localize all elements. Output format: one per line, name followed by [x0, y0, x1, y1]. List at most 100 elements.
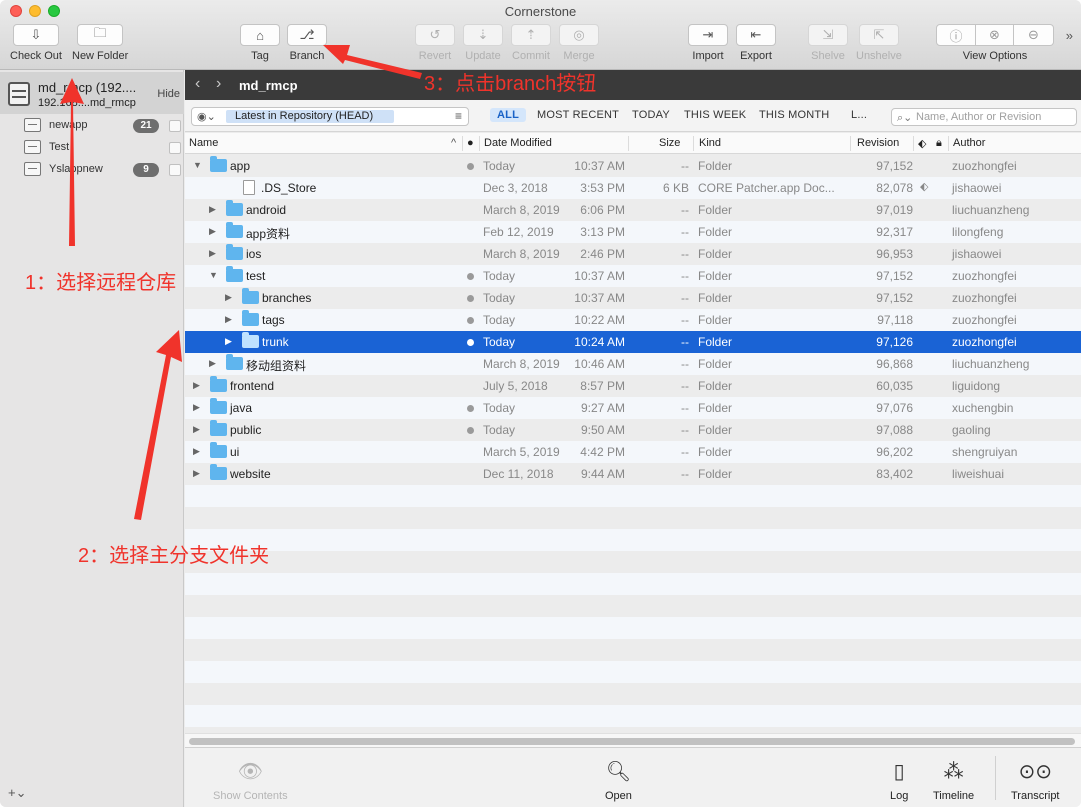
- row-author: xuchengbin: [952, 401, 1014, 415]
- column-date-modified[interactable]: Date Modified: [484, 137, 552, 149]
- disclosure-expanded-icon[interactable]: ▼: [209, 270, 218, 280]
- table-row[interactable]: ▶ android March 8, 2019 6:06 PM -- Folder 97,0…: [185, 199, 1081, 221]
- unshelve-button[interactable]: ⇱ Unshelve: [856, 24, 902, 62]
- update-button[interactable]: ⇣ Update: [463, 24, 503, 62]
- branch-icon: ⎇: [287, 24, 327, 46]
- table-row[interactable]: ▶ public Today 9:50 AM -- Folder 97,088 gaoling: [185, 419, 1081, 441]
- working-copy-checkbox[interactable]: [169, 164, 181, 176]
- sidebar-repo-md-rmcp[interactable]: md_rmcp (192.... 192.168....md_rmcp Hide: [0, 72, 184, 114]
- table-row[interactable]: .DS_Store Dec 3, 2018 3:53 PM 6 KB CORE Patc…: [185, 177, 1081, 199]
- lock-column-icon[interactable]: 🔒︎: [936, 137, 942, 150]
- row-time: 9:50 AM: [580, 423, 625, 437]
- path-bar: ‹ › md_rmcp: [185, 70, 1081, 100]
- disclosure-collapsed-icon[interactable]: ▶: [209, 226, 216, 237]
- sidebar-item-yslappnew[interactable]: Yslappnew 9: [0, 159, 184, 181]
- row-author: zuozhongfei: [952, 159, 1017, 173]
- import-button[interactable]: ⇥ Import: [688, 24, 728, 62]
- table-row[interactable]: ▶ frontend July 5, 2018 8:57 PM -- Folder 60,0…: [185, 375, 1081, 397]
- merge-button[interactable]: ◎ Merge: [559, 24, 599, 62]
- table-row[interactable]: ▶ trunk Today 10:24 AM -- Folder 97,126 zuozhon…: [185, 331, 1081, 353]
- add-repository-button[interactable]: +⌄: [8, 785, 26, 801]
- file-browser-list: ▼ app Today 10:37 AM -- Folder 97,152 zuozhongf…: [185, 155, 1081, 738]
- row-name: app资料: [246, 227, 291, 241]
- disclosure-collapsed-icon[interactable]: ▶: [193, 468, 200, 479]
- disclosure-collapsed-icon[interactable]: ▶: [209, 204, 216, 215]
- table-row[interactable]: ▶ tags Today 10:22 AM -- Folder 97,118 zuozhong…: [185, 309, 1081, 331]
- column-name[interactable]: Name: [189, 137, 218, 149]
- tab-today[interactable]: TODAY: [632, 109, 670, 121]
- disclosure-collapsed-icon[interactable]: ▶: [193, 446, 200, 457]
- row-name: ui: [230, 445, 240, 459]
- tab-most-recent[interactable]: MOST RECENT: [537, 109, 619, 121]
- check-out-button[interactable]: ⇩ Check Out: [10, 24, 62, 62]
- tag-column-icon[interactable]: ⬖: [918, 137, 926, 150]
- table-row[interactable]: ▶ website Dec 11, 2018 9:44 AM -- Folder 83,40…: [185, 463, 1081, 485]
- disclosure-collapsed-icon[interactable]: ▶: [225, 336, 232, 347]
- disclosure-collapsed-icon[interactable]: ▶: [193, 380, 200, 391]
- row-size: --: [681, 467, 689, 481]
- sidebar: md_rmcp (192.... 192.168....md_rmcp Hide…: [0, 70, 184, 807]
- table-row[interactable]: ▶ ui March 5, 2019 4:42 PM -- Folder 96,202 she…: [185, 441, 1081, 463]
- disclosure-collapsed-icon[interactable]: ▶: [193, 424, 200, 435]
- row-time: 10:24 AM: [574, 335, 625, 349]
- tag-button[interactable]: ⌂ Tag: [240, 24, 280, 62]
- new-folder-button[interactable]: 🗀 New Folder: [72, 24, 128, 62]
- log-button[interactable]: ▯ Log: [890, 758, 908, 803]
- show-contents-button[interactable]: 👁︎ Show Contents: [213, 758, 288, 803]
- column-size[interactable]: Size: [659, 137, 680, 149]
- revert-button[interactable]: ↺ Revert: [415, 24, 455, 62]
- row-name: branches: [262, 291, 312, 305]
- working-copy-checkbox[interactable]: [169, 120, 181, 132]
- sidebar-item-newapp[interactable]: newapp 21: [0, 115, 184, 137]
- scrollbar-thumb[interactable]: [189, 738, 1075, 745]
- disclosure-collapsed-icon[interactable]: ▶: [225, 292, 232, 303]
- tab-this-month[interactable]: THIS MONTH: [759, 109, 829, 121]
- tab-this-week[interactable]: THIS WEEK: [684, 109, 746, 121]
- working-copy-icon: [24, 162, 41, 176]
- table-row[interactable]: ▶ java Today 9:27 AM -- Folder 97,076 xuchengbi…: [185, 397, 1081, 419]
- table-row[interactable]: ▶ branches Today 10:37 AM -- Folder 97,152 zuoz…: [185, 287, 1081, 309]
- open-button[interactable]: 🔍︎ Open: [605, 758, 632, 803]
- column-kind[interactable]: Kind: [699, 137, 721, 149]
- sort-ascending-icon[interactable]: ^: [451, 137, 456, 149]
- table-row[interactable]: ▼ test Today 10:37 AM -- Folder 97,152 zuozhong…: [185, 265, 1081, 287]
- info-icon[interactable]: ⓘ: [936, 24, 976, 46]
- toolbar-overflow-icon[interactable]: »: [1066, 28, 1073, 43]
- forward-arrow-icon[interactable]: ›: [216, 75, 221, 93]
- disclosure-collapsed-icon[interactable]: ▶: [193, 402, 200, 413]
- row-date: Dec 3, 2018: [483, 181, 548, 195]
- horizontal-scrollbar[interactable]: [185, 733, 1081, 747]
- tab-all[interactable]: ALL: [490, 108, 526, 122]
- branch-button[interactable]: ⎇ Branch: [287, 24, 327, 62]
- column-revision[interactable]: Revision: [857, 137, 899, 149]
- disclosure-collapsed-icon[interactable]: ▶: [209, 358, 216, 369]
- commit-button[interactable]: ⇡ Commit: [511, 24, 551, 62]
- disclosure-collapsed-icon[interactable]: ▶: [209, 248, 216, 259]
- compare-icon[interactable]: ⊖: [1014, 24, 1054, 46]
- hide-button[interactable]: Hide: [157, 88, 180, 100]
- sidebar-item-test[interactable]: Test: [0, 137, 184, 159]
- table-row[interactable]: ▼ app Today 10:37 AM -- Folder 97,152 zuozhongf…: [185, 155, 1081, 177]
- table-row[interactable]: ▶ app资料 Feb 12, 2019 3:13 PM -- Folder 92,317 l…: [185, 221, 1081, 243]
- modified-status-dot-icon: [467, 317, 474, 324]
- table-row[interactable]: ▶ 移动组资料 March 8, 2019 10:46 AM -- Folder 96,86…: [185, 353, 1081, 375]
- revision-scope-select[interactable]: ◉⌄ Latest in Repository (HEAD) ≡: [191, 107, 469, 126]
- status-column-icon[interactable]: ●: [467, 137, 474, 149]
- tab-more[interactable]: L...: [851, 109, 867, 121]
- row-revision: 97,088: [876, 423, 913, 437]
- table-row[interactable]: ▶ ios March 8, 2019 2:46 PM -- Folder 96,953 ji…: [185, 243, 1081, 265]
- column-author[interactable]: Author: [953, 137, 985, 149]
- row-date: March 8, 2019: [483, 203, 560, 217]
- export-button[interactable]: ⇤ Export: [736, 24, 776, 62]
- disclosure-collapsed-icon[interactable]: ▶: [225, 314, 232, 325]
- timeline-button[interactable]: ⁂ Timeline: [933, 758, 974, 803]
- working-copy-checkbox[interactable]: [169, 142, 181, 154]
- back-arrow-icon[interactable]: ‹: [195, 75, 200, 93]
- row-name: android: [246, 203, 287, 217]
- ignore-icon[interactable]: ⊗: [976, 24, 1014, 46]
- transcript-button[interactable]: ⊙⊙ Transcript: [1011, 758, 1060, 803]
- shelve-button[interactable]: ⇲ Shelve: [808, 24, 848, 62]
- search-input[interactable]: ⌕⌄ Name, Author or Revision: [891, 108, 1077, 126]
- empty-row: [185, 617, 1081, 639]
- disclosure-expanded-icon[interactable]: ▼: [193, 160, 202, 170]
